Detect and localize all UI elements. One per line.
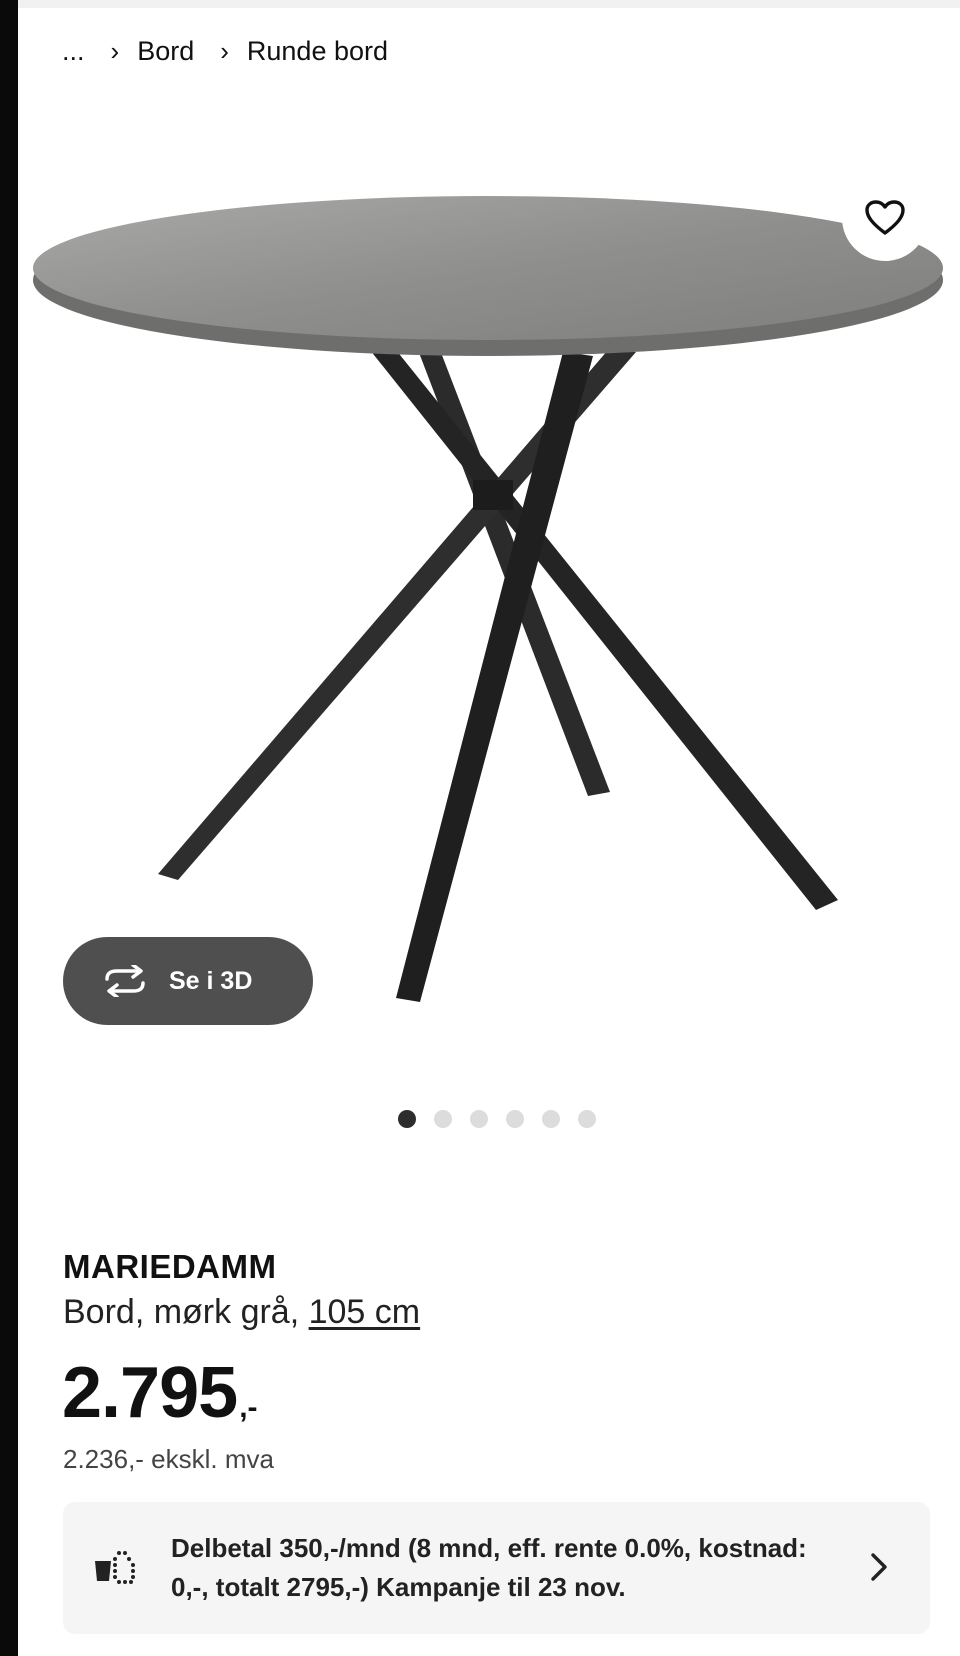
price-excl-vat: 2.236,- ekskl. mva [63,1444,274,1474]
breadcrumb: ... › Bord › Runde bord [62,36,388,67]
breadcrumb-ellipsis[interactable]: ... [62,36,85,67]
image-carousel-dots [398,1110,614,1128]
product-name: MARIEDAMM [63,1248,277,1285]
carousel-dot-2[interactable] [434,1110,452,1128]
breadcrumb-bord[interactable]: Bord [137,36,194,67]
top-strip [18,0,960,8]
price-main: 2.795 [62,1353,238,1433]
price-suffix: ,- [239,1391,258,1424]
chevron-right-icon: › [110,36,120,66]
rotate-3d-icon [101,965,149,997]
product-image[interactable] [18,180,960,1040]
breadcrumb-runde-bord[interactable]: Runde bord [247,36,388,67]
view-in-3d-label: Se i 3D [169,966,253,995]
product-price: 2.795 ,- [62,1352,258,1434]
installment-icon [95,1551,135,1584]
size-link[interactable]: 105 cm [309,1293,421,1331]
carousel-dot-6[interactable] [578,1110,596,1128]
product-description-text: Bord, mørk grå, [63,1293,309,1331]
carousel-dot-5[interactable] [542,1110,560,1128]
view-in-3d-button[interactable]: Se i 3D [63,937,313,1025]
chevron-right-icon: › [220,36,229,66]
carousel-dot-1[interactable] [398,1110,416,1128]
installment-text: Delbetal 350,-/mnd (8 mnd, eff. rente 0.… [171,1533,807,1602]
heart-icon [865,200,905,235]
chevron-right-icon [871,1553,887,1581]
left-edge-bar [0,0,18,1656]
installment-offer[interactable]: Delbetal 350,-/mnd (8 mnd, eff. rente 0.… [63,1502,930,1634]
favorite-button[interactable] [842,175,928,261]
carousel-dot-3[interactable] [470,1110,488,1128]
carousel-dot-4[interactable] [506,1110,524,1128]
product-description: Bord, mørk grå, 105 cm [63,1293,420,1332]
